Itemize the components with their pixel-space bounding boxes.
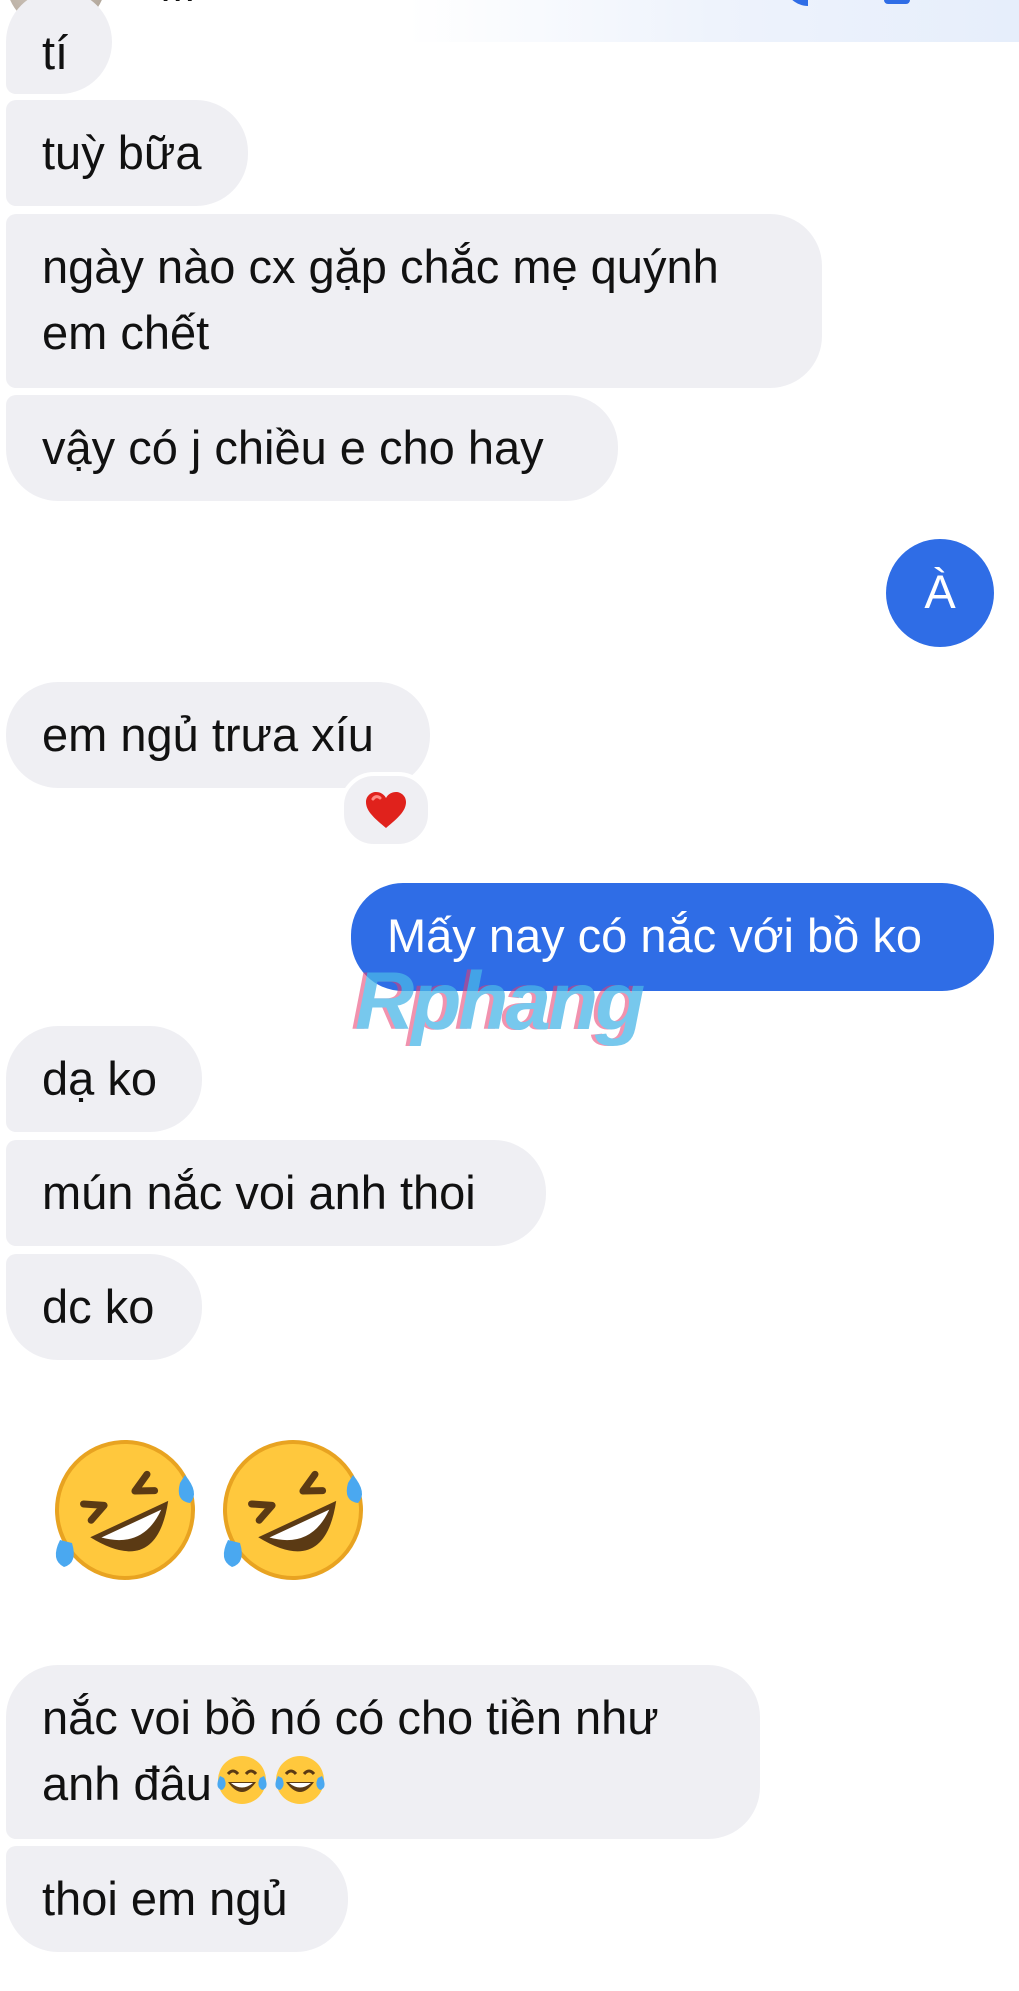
- tears-of-joy-icon: [275, 1756, 325, 1804]
- incoming-message[interactable]: mún nắc voi anh thoi: [6, 1140, 546, 1246]
- message-text: em ngủ trưa xíu: [42, 708, 374, 761]
- incoming-message[interactable]: nắc voi bồ nó có cho tiền như anh đâu: [6, 1665, 760, 1839]
- message-text: mún nắc voi anh thoi: [42, 1166, 476, 1219]
- incoming-message[interactable]: dc ko: [6, 1254, 202, 1360]
- rolling-on-floor-laughing-icon: [55, 1440, 195, 1580]
- message-text: tí: [42, 26, 69, 79]
- message-text: ngày nào cx gặp chắc mẹ quýnh em chết: [42, 240, 719, 359]
- message-text: tuỳ bữa: [42, 126, 202, 179]
- message-text: dạ ko: [42, 1052, 157, 1105]
- incoming-message[interactable]: thoi em ngủ: [6, 1846, 348, 1952]
- outgoing-message[interactable]: Mấy nay có nắc với bồ ko: [351, 883, 994, 991]
- red-heart-icon: [366, 792, 406, 828]
- message-text: nắc voi bồ nó có cho tiền như anh đâu: [42, 1691, 659, 1810]
- message-text: dc ko: [42, 1280, 155, 1333]
- tears-of-joy-icon: [217, 1756, 267, 1804]
- chat-header: ...: [0, 0, 1019, 42]
- rolling-on-floor-laughing-icon: [223, 1440, 363, 1580]
- message-text: À: [924, 565, 956, 618]
- contact-name[interactable]: ...: [160, 0, 196, 11]
- incoming-message[interactable]: tí: [6, 0, 112, 94]
- incoming-message[interactable]: vậy có j chiều e cho hay: [6, 395, 618, 501]
- message-reaction[interactable]: [340, 772, 432, 848]
- phone-call-icon[interactable]: [778, 0, 814, 8]
- incoming-message[interactable]: dạ ko: [6, 1026, 202, 1132]
- emoji-message[interactable]: [0, 1425, 400, 1605]
- outgoing-message[interactable]: À: [886, 539, 994, 647]
- incoming-message[interactable]: ngày nào cx gặp chắc mẹ quýnh em chết: [6, 214, 822, 388]
- message-text: vậy có j chiều e cho hay: [42, 421, 544, 474]
- message-text: thoi em ngủ: [42, 1872, 288, 1925]
- incoming-message[interactable]: tuỳ bữa: [6, 100, 248, 206]
- video-call-icon[interactable]: [884, 0, 920, 8]
- message-text: Mấy nay có nắc với bồ ko: [387, 909, 923, 962]
